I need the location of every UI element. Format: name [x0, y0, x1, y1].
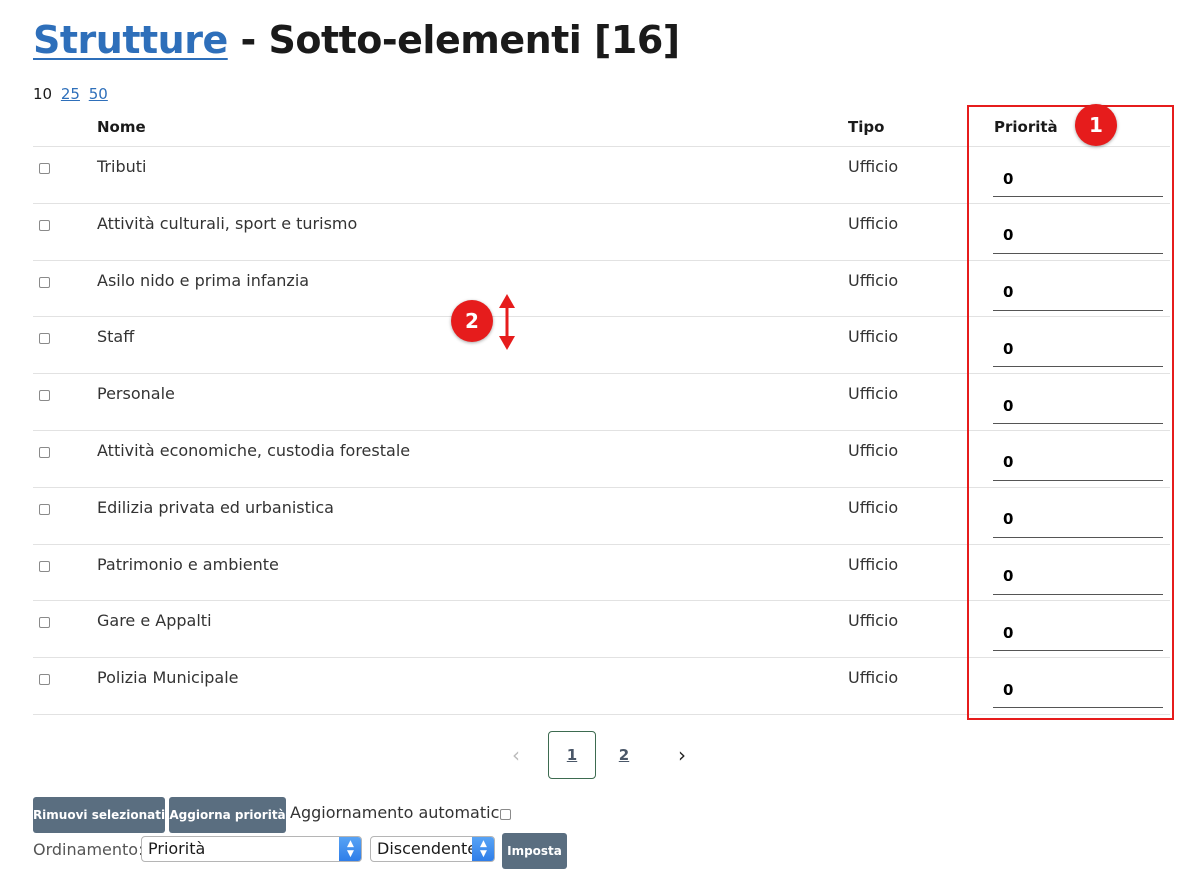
priority-input[interactable] [993, 672, 1163, 709]
annotation-badge-2: 2 [451, 300, 493, 342]
row-checkbox[interactable] [39, 219, 50, 231]
pagination: ‹ 1 2 › [0, 731, 1204, 779]
row-nome: Polizia Municipale [97, 668, 239, 688]
priority-input[interactable] [993, 217, 1163, 254]
row-checkbox[interactable] [39, 163, 50, 174]
priority-input[interactable] [993, 615, 1163, 652]
column-header-nome[interactable]: Nome [97, 118, 146, 136]
page-size-50-link[interactable]: 50 [89, 85, 108, 103]
row-checkbox[interactable] [39, 674, 50, 686]
priority-input[interactable] [993, 161, 1163, 197]
column-header-priorita[interactable]: Priorità [994, 118, 1058, 136]
page-title-rest: - Sotto-elementi [16] [227, 18, 680, 62]
row-tipo: Ufficio [848, 213, 899, 233]
table-row: Staff Ufficio [33, 317, 1170, 375]
row-tipo: Ufficio [848, 157, 899, 176]
page-size-selector: 10 25 50 [33, 85, 108, 103]
row-nome: Tributi [97, 157, 147, 176]
row-tipo: Ufficio [848, 611, 899, 631]
chevron-right-icon[interactable]: › [658, 731, 706, 779]
table-row: Asilo nido e prima infanzia Ufficio [33, 261, 1170, 318]
row-tipo: Ufficio [848, 327, 899, 347]
table-row: Polizia Municipale Ufficio [33, 658, 1170, 715]
select-caret-icon: ▲ ▼ [339, 837, 361, 861]
select-caret-icon: ▲ ▼ [472, 837, 494, 861]
chevron-left-icon[interactable]: ‹ [492, 731, 540, 779]
table-row: Edilizia privata ed urbanistica Ufficio [33, 488, 1170, 545]
table-row: Tributi Ufficio [33, 147, 1170, 204]
priority-input[interactable] [993, 558, 1163, 595]
update-priority-button[interactable]: Aggiorna priorità [169, 797, 286, 833]
row-checkbox[interactable] [39, 560, 50, 572]
annotation-badge-1: 1 [1075, 104, 1117, 146]
row-tipo: Ufficio [848, 497, 899, 517]
auto-update-checkbox[interactable] [500, 809, 511, 820]
page-size-25-link[interactable]: 25 [61, 85, 80, 103]
row-nome: Patrimonio e ambiente [97, 554, 279, 574]
row-tipo: Ufficio [848, 668, 899, 688]
row-nome: Attività culturali, sport e turismo [97, 213, 358, 233]
row-tipo: Ufficio [848, 270, 899, 290]
order-label: Ordinamento: [33, 840, 144, 859]
table-row: Attività economiche, custodia forestale … [33, 431, 1170, 488]
set-order-button[interactable]: Imposta [502, 833, 567, 869]
row-checkbox[interactable] [39, 390, 50, 402]
order-field-value: Priorità [148, 839, 206, 858]
vertical-double-arrow-icon [499, 294, 515, 350]
auto-update-label: Aggiornamento automatico [290, 803, 510, 822]
row-checkbox[interactable] [39, 276, 50, 288]
order-field-select[interactable]: Priorità ▲ ▼ [141, 836, 362, 862]
column-header-tipo[interactable]: Tipo [848, 118, 884, 136]
row-checkbox[interactable] [39, 446, 50, 458]
row-nome: Personale [97, 384, 175, 404]
page-1-button[interactable]: 1 [548, 731, 596, 779]
table-body: Tributi Ufficio Attività culturali, spor… [33, 147, 1170, 715]
remove-selected-button[interactable]: Rimuovi selezionati [33, 797, 165, 833]
row-tipo: Ufficio [848, 554, 899, 574]
priority-input[interactable] [993, 444, 1163, 481]
row-checkbox[interactable] [39, 617, 50, 629]
row-checkbox[interactable] [39, 333, 50, 345]
priority-input[interactable] [993, 501, 1163, 538]
table-row: Personale Ufficio [33, 374, 1170, 431]
priority-input[interactable] [993, 388, 1163, 425]
row-nome: Staff [97, 327, 135, 347]
row-nome: Edilizia privata ed urbanistica [97, 497, 334, 517]
priority-input[interactable] [993, 331, 1163, 368]
row-nome: Asilo nido e prima infanzia [97, 270, 310, 290]
table-header: Nome Tipo Priorità [33, 117, 1170, 147]
row-tipo: Ufficio [848, 440, 899, 460]
row-checkbox[interactable] [39, 503, 50, 515]
page-title: Strutture - Sotto-elementi [16] [33, 18, 680, 62]
page-size-current: 10 [33, 85, 53, 103]
table-row: Attività culturali, sport e turismo Uffi… [33, 204, 1170, 261]
table-row: Patrimonio e ambiente Ufficio [33, 545, 1170, 602]
order-direction-value: Discendente [377, 839, 478, 858]
page-2-button[interactable]: 2 [600, 731, 648, 779]
strutture-link[interactable]: Strutture [33, 18, 228, 62]
table-row: Gare e Appalti Ufficio [33, 601, 1170, 659]
priority-input[interactable] [993, 274, 1163, 311]
row-nome: Gare e Appalti [97, 611, 212, 631]
order-direction-select[interactable]: Discendente ▲ ▼ [370, 836, 495, 862]
row-nome: Attività economiche, custodia forestale [97, 440, 411, 460]
row-tipo: Ufficio [848, 384, 899, 404]
